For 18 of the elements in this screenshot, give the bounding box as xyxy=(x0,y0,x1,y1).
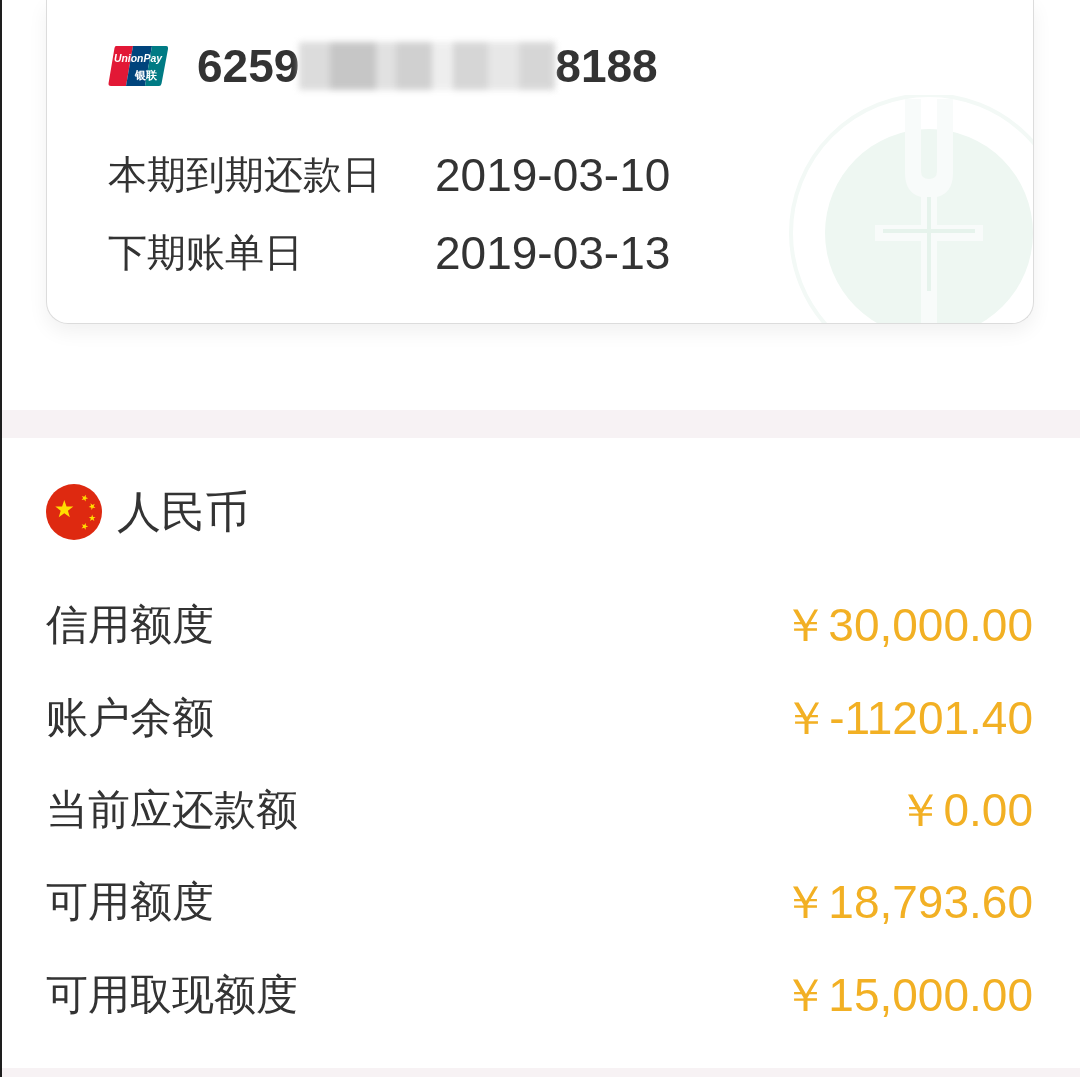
amount-value: ￥30,000.00 xyxy=(782,598,1033,654)
card-number-start: 6259 xyxy=(197,40,300,92)
date-value: 2019-03-10 xyxy=(435,148,671,203)
amount-label: 信用额度 xyxy=(46,600,214,651)
date-label: 本期到期还款日 xyxy=(108,152,382,198)
card-number-end: 8188 xyxy=(555,40,658,92)
amount-label: 可用取现额度 xyxy=(46,969,298,1020)
flag-icon xyxy=(46,483,102,540)
amount-value: ￥-11201.40 xyxy=(783,690,1033,746)
currency-name: 人民币 xyxy=(117,485,249,538)
amount-label: 当前应还款额 xyxy=(46,784,298,835)
amount-label: 账户余额 xyxy=(46,692,214,743)
date-label: 下期账单日 xyxy=(108,230,304,276)
date-value: 2019-03-13 xyxy=(435,226,671,281)
amount-label: 可用额度 xyxy=(46,877,214,928)
amount-value: ￥0.00 xyxy=(897,782,1033,838)
amount-value: ￥18,793.60 xyxy=(782,875,1033,931)
amount-value: ￥15,000.00 xyxy=(782,967,1033,1023)
